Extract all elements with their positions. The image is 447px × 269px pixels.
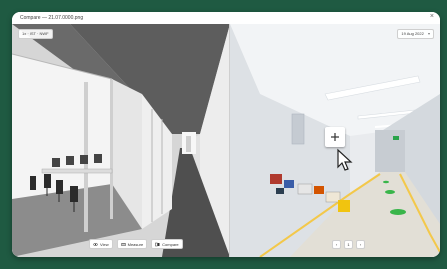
mouse-pointer-icon [337, 148, 353, 171]
view-button[interactable]: View [89, 239, 113, 249]
next-button[interactable]: › [356, 240, 365, 249]
next-label: › [359, 242, 362, 247]
prev-button[interactable]: ‹ [332, 240, 341, 249]
photo-pager: ‹ 1 › [332, 240, 365, 249]
compare-label: Compare [162, 241, 179, 247]
compare-window: Compare — 21.07.0000.png × 1x · IST · NW… [12, 12, 440, 257]
window-title: Compare — 21.07.0000.png [20, 15, 84, 21]
close-icon[interactable]: × [430, 13, 434, 20]
eye-icon [93, 242, 98, 246]
view-scale-chip[interactable]: 1x · IST · NWF [18, 29, 53, 39]
compare-icon [155, 242, 160, 246]
compare-button[interactable]: Compare [151, 239, 183, 249]
measure-label: Measure [127, 241, 144, 247]
page-indicator: 1 [344, 240, 353, 249]
site-photo-view[interactable]: 19 Aug 2022 ▾ ‹ 1 › [230, 24, 440, 257]
ruler-icon [120, 242, 126, 246]
date-label: 19 Aug 2022 [401, 31, 424, 36]
add-point-button[interactable] [325, 127, 345, 147]
view-scale-label: 1x · IST · NWF [22, 31, 49, 36]
date-select[interactable]: 19 Aug 2022 ▾ [397, 29, 434, 39]
bim-model-view[interactable]: 1x · IST · NWF View Measure Compare [12, 24, 230, 257]
plus-icon [331, 133, 339, 141]
bim-corridor-render [12, 24, 230, 257]
page-number: 1 [347, 242, 350, 247]
chevron-down-icon: ▾ [427, 31, 430, 36]
view-label: View [100, 241, 109, 247]
bim-toolbar: View Measure Compare [89, 239, 183, 249]
measure-button[interactable]: Measure [116, 239, 148, 249]
prev-label: ‹ [335, 242, 338, 247]
